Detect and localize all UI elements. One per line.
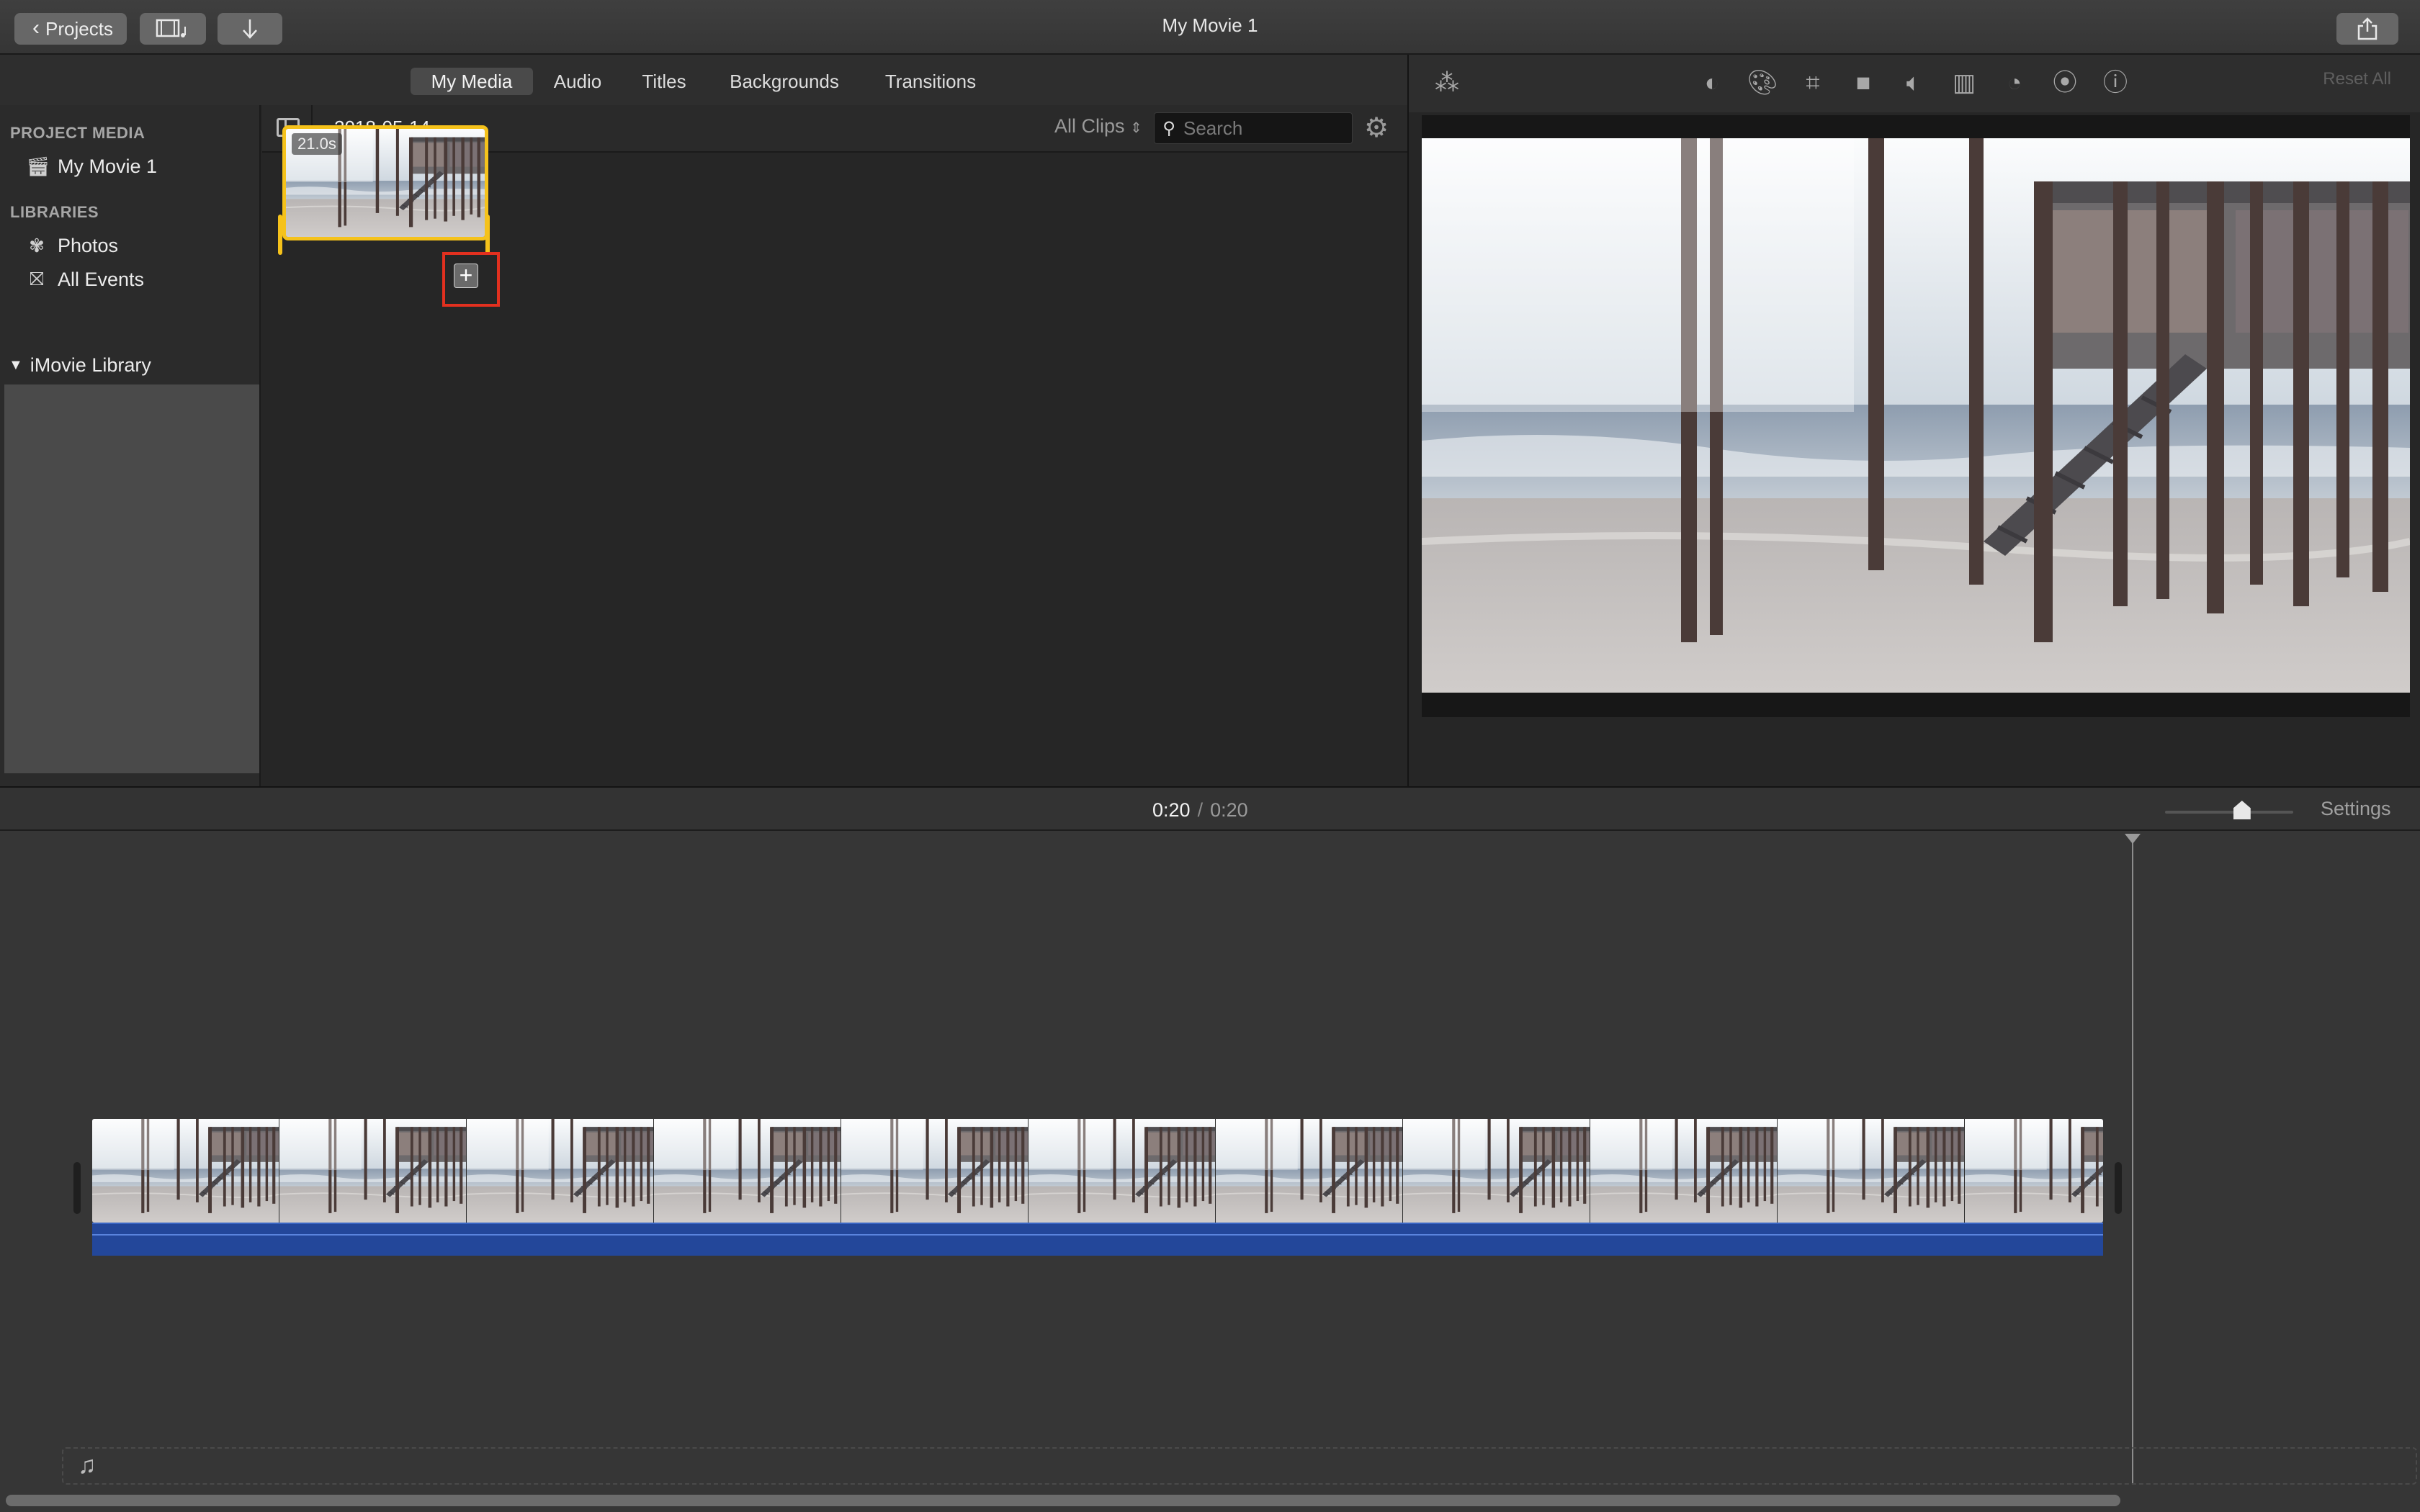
filmstrip-frame bbox=[1590, 1119, 1778, 1223]
sidebar-item-label: My Movie 1 bbox=[58, 156, 158, 177]
music-note-icon: ♫ bbox=[78, 1452, 97, 1479]
disclosure-triangle-icon[interactable]: ▼ bbox=[9, 357, 23, 374]
zoom-slider-knob[interactable] bbox=[2233, 801, 2251, 819]
color-balance-icon[interactable]: ◐ bbox=[1694, 65, 1730, 101]
reset-all-button[interactable]: Reset All bbox=[2323, 69, 2391, 89]
stabilization-icon[interactable]: ■ bbox=[1845, 65, 1881, 101]
volume-icon[interactable]: 🔈︎ bbox=[1896, 65, 1932, 101]
timeline-settings-button[interactable]: Settings bbox=[2321, 798, 2391, 820]
clip-trim-handle-right[interactable] bbox=[485, 215, 490, 255]
timeline-header: 0:20 / 0:20 Settings bbox=[0, 786, 2420, 831]
viewer-preview-image[interactable] bbox=[1422, 138, 2410, 693]
background-music-well[interactable]: ♫ bbox=[62, 1447, 2417, 1485]
imovie-window: ‹ Projects My Movie 1 My Media Audio Tit… bbox=[0, 0, 2420, 1512]
timeline-horizontal-scrollbar[interactable] bbox=[6, 1495, 2120, 1506]
clip-trim-handle-left[interactable] bbox=[278, 215, 282, 255]
speed-icon[interactable]: ◔ bbox=[1996, 65, 2033, 101]
total-time: 0:20 bbox=[1210, 799, 1248, 821]
filmstrip-frame bbox=[92, 1119, 279, 1223]
libraries-sidebar: PROJECT MEDIA 🎬︎ My Movie 1 LIBRARIES ✾ … bbox=[0, 105, 261, 786]
share-button[interactable] bbox=[2336, 13, 2398, 45]
tab-backgrounds[interactable]: Backgrounds bbox=[719, 68, 850, 95]
current-time: 0:20 bbox=[1152, 799, 1191, 821]
clapperboard-icon: 🎬︎ bbox=[26, 156, 50, 177]
clip-edge-handle-left[interactable] bbox=[73, 1162, 81, 1214]
filmstrip-frame bbox=[279, 1119, 467, 1223]
media-tab-bar: My Media Audio Titles Backgrounds Transi… bbox=[0, 55, 1407, 105]
crop-icon[interactable]: ⌗ bbox=[1795, 65, 1831, 101]
zoom-slider-track[interactable] bbox=[2165, 811, 2293, 814]
magic-wand-icon[interactable]: ⁂ bbox=[1429, 65, 1465, 101]
sidebar-item-project[interactable]: 🎬︎ My Movie 1 bbox=[26, 156, 157, 178]
filmstrip-frame bbox=[467, 1119, 654, 1223]
sidebar-item-label: Photos bbox=[58, 235, 119, 256]
tab-transitions[interactable]: Transitions bbox=[874, 68, 987, 95]
filmstrip-frame bbox=[1965, 1119, 2103, 1223]
photos-icon: ✾ bbox=[29, 235, 45, 256]
sidebar-item-all-events[interactable]: ⛝ All Events bbox=[26, 268, 144, 291]
filmstrip-frame bbox=[654, 1119, 841, 1223]
search-icon: ⚲ bbox=[1162, 118, 1175, 138]
adjustments-toolbar: ⁂ ◐ 🎨︎ ⌗ ■ 🔈︎ ▥ ◔ ⦿ ⓘ Reset All bbox=[1409, 55, 2420, 112]
clip-filter-value: All Clips bbox=[1054, 115, 1125, 137]
filmstrip-frame bbox=[1028, 1119, 1216, 1223]
timeline-audio-waveform[interactable] bbox=[92, 1223, 2103, 1256]
sidebar-item-imovie-library[interactable]: ▼ iMovie Library bbox=[9, 354, 151, 377]
search-input[interactable] bbox=[1183, 117, 1346, 140]
tab-titles[interactable]: Titles bbox=[628, 68, 700, 95]
clip-filter-select[interactable]: All Clips ⇕ bbox=[1054, 115, 1142, 138]
updown-chevron-icon: ⇕ bbox=[1130, 120, 1142, 136]
add-to-timeline-button[interactable]: + bbox=[454, 264, 478, 288]
timeline-video-clip[interactable] bbox=[92, 1119, 2103, 1223]
search-box[interactable]: ⚲ bbox=[1154, 112, 1353, 144]
tab-audio[interactable]: Audio bbox=[542, 68, 614, 95]
filmstrip-frames bbox=[92, 1119, 2103, 1223]
libraries-header: LIBRARIES bbox=[10, 203, 99, 221]
library-events-list[interactable] bbox=[4, 384, 259, 773]
clip-thumbnail[interactable]: 21.0s bbox=[282, 125, 488, 240]
share-icon bbox=[2357, 17, 2378, 40]
clip-edge-handle-right[interactable] bbox=[2115, 1162, 2122, 1214]
sidebar-item-photos[interactable]: ✾ Photos bbox=[26, 235, 118, 257]
timecode-display: 0:20 / 0:20 bbox=[1152, 799, 1248, 822]
filmstrip-frame bbox=[1403, 1119, 1590, 1223]
window-title: My Movie 1 bbox=[1162, 14, 1258, 36]
timecode-separator: / bbox=[1197, 799, 1204, 821]
info-icon[interactable]: ⓘ bbox=[2097, 65, 2133, 101]
filmstrip-frame bbox=[1778, 1119, 1965, 1223]
playhead[interactable] bbox=[2132, 837, 2133, 1485]
media-browser: My Media Audio Titles Backgrounds Transi… bbox=[0, 55, 1407, 786]
clip-duration-badge: 21.0s bbox=[292, 133, 342, 155]
filmstrip-frame bbox=[841, 1119, 1028, 1223]
sidebar-item-label: All Events bbox=[58, 268, 145, 290]
clip-filter-icon[interactable]: ⦿ bbox=[2047, 65, 2083, 101]
sidebar-item-label: iMovie Library bbox=[30, 354, 151, 376]
noise-reduction-icon[interactable]: ▥ bbox=[1946, 65, 1982, 101]
filmstrip-frame bbox=[1216, 1119, 1403, 1223]
gear-icon[interactable]: ⚙ bbox=[1364, 114, 1389, 143]
tab-my-media[interactable]: My Media bbox=[411, 68, 533, 95]
beach-pier-preview bbox=[1422, 138, 2410, 693]
title-bar: ‹ Projects My Movie 1 bbox=[0, 0, 2420, 55]
star-box-icon: ⛝ bbox=[30, 268, 44, 289]
viewer-pane: ⁂ ◐ 🎨︎ ⌗ ■ 🔈︎ ▥ ◔ ⦿ ⓘ Reset All bbox=[1409, 55, 2420, 786]
color-correction-icon[interactable]: 🎨︎ bbox=[1744, 65, 1780, 101]
project-media-header: PROJECT MEDIA bbox=[10, 124, 145, 142]
